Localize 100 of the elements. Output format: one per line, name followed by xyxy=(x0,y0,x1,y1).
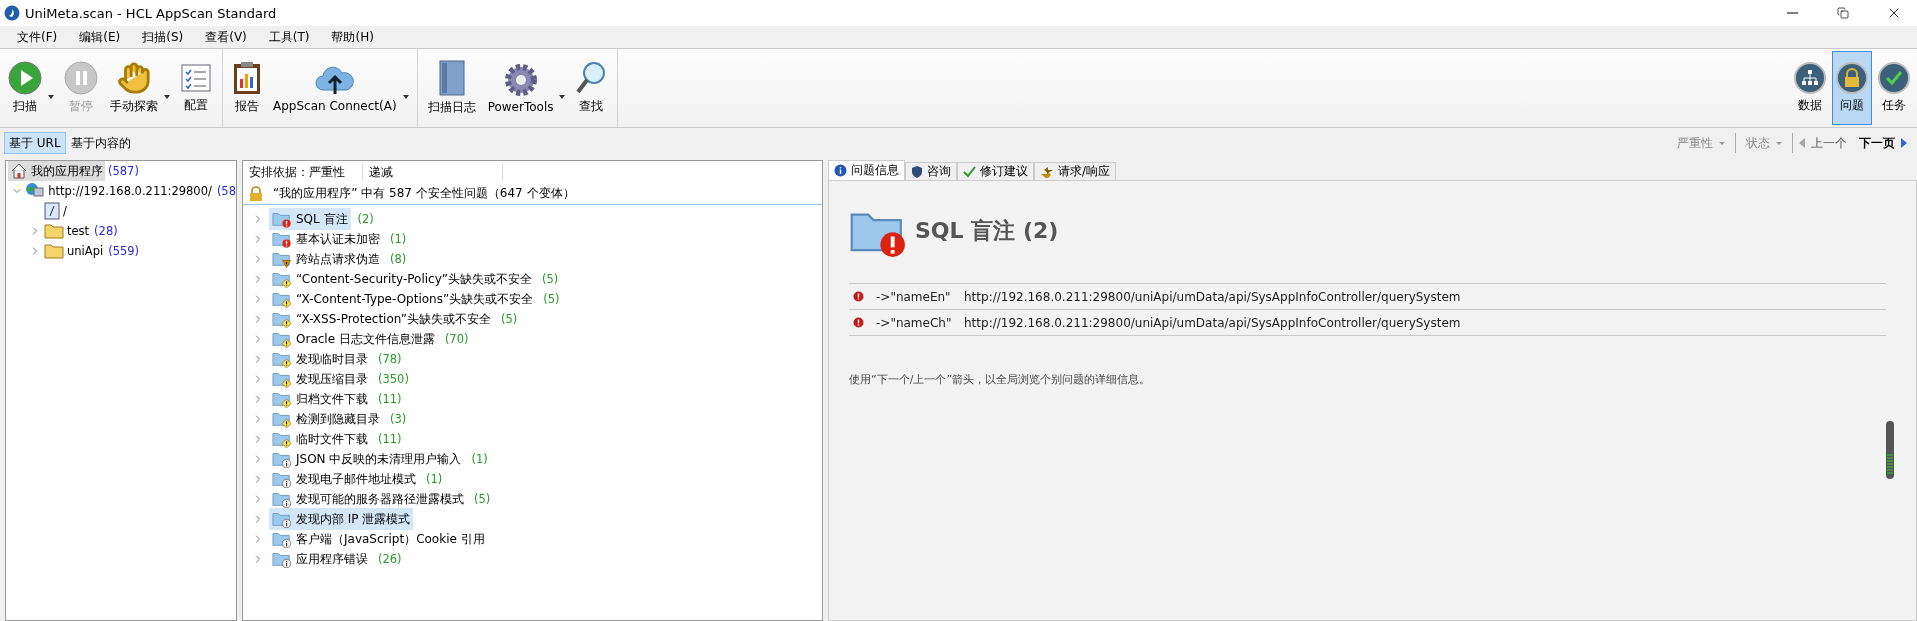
issue-count: (1) xyxy=(426,472,443,486)
issue-item[interactable]: “Content-Security-Policy”头缺失或不安全 xyxy=(269,268,535,290)
toolbar-button[interactable]: 配置 xyxy=(174,49,218,127)
view-button[interactable]: 数据 xyxy=(1790,51,1830,125)
dropdown-caret-icon[interactable] xyxy=(559,95,566,99)
detail-tab[interactable]: 问题信息 xyxy=(828,160,905,180)
issue-count: (5) xyxy=(542,272,559,286)
toolbar-button[interactable]: 扫描 xyxy=(2,49,48,127)
lock-icon xyxy=(249,185,263,202)
tree-item[interactable]: / xyxy=(42,201,69,221)
issue-count: (28) xyxy=(94,224,118,238)
issue-item[interactable]: 临时文件下载 xyxy=(269,428,371,450)
view-tab[interactable]: 基于内容的 xyxy=(65,132,136,154)
issue-count: (5) xyxy=(474,492,491,506)
issue-item[interactable]: “X-XSS-Protection”头缺失或不安全 xyxy=(269,308,494,330)
issue-count: (1) xyxy=(471,452,488,466)
previous-button[interactable]: 上一个 xyxy=(1793,134,1853,152)
tree-item[interactable]: http://192.168.0.211:29800/ xyxy=(23,181,214,201)
menu-item[interactable]: 查看(V) xyxy=(194,28,258,46)
issue-item[interactable]: 归档文件下载 xyxy=(269,388,371,410)
issue-count: (2) xyxy=(357,212,374,226)
issue-count: (70) xyxy=(444,332,469,346)
url-link[interactable]: http://192.168.0.211:29800/uniApi/umData/api/SysAppInfoController/querySystem xyxy=(964,315,1461,330)
issue-item[interactable]: 发现临时目录 xyxy=(269,348,371,370)
issue-count: (58 xyxy=(216,184,236,198)
tree-item[interactable]: test xyxy=(42,222,92,240)
view-tab[interactable]: 基于 URL xyxy=(4,132,66,154)
page-icon xyxy=(44,202,60,220)
report-icon xyxy=(233,61,261,95)
dropdown-caret-icon[interactable] xyxy=(402,95,409,99)
issue-count: (11) xyxy=(378,432,402,446)
issue-count: (587) xyxy=(108,164,139,178)
toolbar-button[interactable]: PowerTools xyxy=(481,49,560,127)
menu-item[interactable]: 编辑(E) xyxy=(68,28,132,46)
issue-item[interactable]: 应用程序错误 xyxy=(269,548,371,570)
shield-icon xyxy=(911,165,923,178)
gear-icon xyxy=(503,62,538,97)
minimize-icon xyxy=(1786,12,1798,14)
house-icon xyxy=(10,162,28,180)
issue-item[interactable]: JSON 中反映的未清理用户输入 xyxy=(269,448,465,470)
issue-count: (78) xyxy=(378,352,402,366)
toolbar-button[interactable]: AppScan Connect(A) xyxy=(267,49,403,127)
issue-count: (5) xyxy=(543,292,560,306)
issue-item[interactable]: 客户端（JavaScript）Cookie 引用 xyxy=(269,528,488,550)
view-button[interactable]: 任务 xyxy=(1874,51,1914,125)
issue-item[interactable]: “X-Content-Type-Options”头缺失或不安全 xyxy=(269,288,537,310)
error-icon xyxy=(853,317,864,328)
magnifier-icon xyxy=(575,61,608,95)
detail-tab[interactable]: 请求/响应 xyxy=(1034,162,1117,180)
issue-item[interactable]: Oracle 日志文件信息泄露 xyxy=(269,328,438,350)
menu-item[interactable]: 文件(F) xyxy=(6,28,69,46)
issue-count: (3) xyxy=(390,412,407,426)
left-arrow-icon xyxy=(1799,138,1805,148)
error-icon xyxy=(853,291,864,302)
menu-item[interactable]: 工具(T) xyxy=(257,28,321,46)
issue-count: (8) xyxy=(390,252,407,266)
issue-item[interactable]: 发现电子邮件地址模式 xyxy=(269,468,419,490)
parameter-text: ->"nameCh" xyxy=(876,315,952,330)
sitemap-icon xyxy=(1794,62,1826,94)
issue-item[interactable]: 检测到隐藏目录 xyxy=(269,408,383,430)
exchange-arrows-icon xyxy=(1040,165,1054,178)
checkmark-icon xyxy=(963,165,976,178)
toolbar-button[interactable]: 报告 xyxy=(227,49,267,127)
issue-item[interactable]: 发现可能的服务器路径泄露模式 xyxy=(269,488,467,510)
parameter-text: ->"nameEn" xyxy=(876,289,952,304)
toolbar-button[interactable]: 查找 xyxy=(569,49,614,127)
tree-item[interactable]: uniApi xyxy=(42,242,106,260)
checkmark-icon xyxy=(1878,62,1910,94)
issue-item[interactable]: 基本认证未加密 xyxy=(269,228,383,250)
dropdown-caret-icon[interactable] xyxy=(48,95,54,99)
folder-icon xyxy=(44,223,64,239)
issue-title: SQL 盲注 (2) xyxy=(915,217,1059,245)
toolbar-button[interactable]: 手动探索 xyxy=(104,49,164,127)
checklist-icon xyxy=(180,62,212,94)
tree-item[interactable]: 我的应用程序 xyxy=(8,161,105,181)
next-button[interactable]: 下一页 xyxy=(1853,134,1913,152)
column-header[interactable]: 安排依据：严重性 xyxy=(243,163,363,181)
issue-item[interactable]: 跨站点请求伪造 xyxy=(269,248,383,270)
issue-item[interactable]: SQL 盲注 xyxy=(269,208,351,230)
issue-count: (559) xyxy=(108,244,140,258)
window-title: UniMeta.scan - HCL AppScan Standard xyxy=(25,5,278,21)
menu-item[interactable]: 扫描(S) xyxy=(131,28,195,46)
scrollbar-thumb[interactable] xyxy=(1886,421,1894,479)
hand-icon xyxy=(117,61,151,95)
issue-count: (350) xyxy=(378,372,409,386)
issue-count: (26) xyxy=(378,552,402,566)
url-link[interactable]: http://192.168.0.211:29800/uniApi/umData/api/SysAppInfoController/querySystem xyxy=(964,289,1461,304)
issue-item[interactable]: 发现压缩目录 xyxy=(269,368,371,390)
detail-tab[interactable]: 咨询 xyxy=(905,162,957,180)
folder-icon xyxy=(44,243,64,259)
view-button[interactable]: 问题 xyxy=(1832,51,1872,125)
column-header[interactable]: 递减 xyxy=(363,163,503,181)
dropdown-caret-icon[interactable] xyxy=(164,95,170,99)
lock-icon xyxy=(1836,62,1868,94)
menu-item[interactable]: 帮助(H) xyxy=(320,28,385,46)
detail-tab[interactable]: 修订建议 xyxy=(957,162,1034,180)
issue-item[interactable]: 发现内部 IP 泄露模式 xyxy=(269,508,414,530)
pause-icon xyxy=(64,61,98,95)
hint-text: 使用“下一个/上一个”箭头，以全局浏览个别问题的详细信息。 xyxy=(849,372,1152,387)
toolbar-button[interactable]: 扫描日志 xyxy=(421,49,482,127)
